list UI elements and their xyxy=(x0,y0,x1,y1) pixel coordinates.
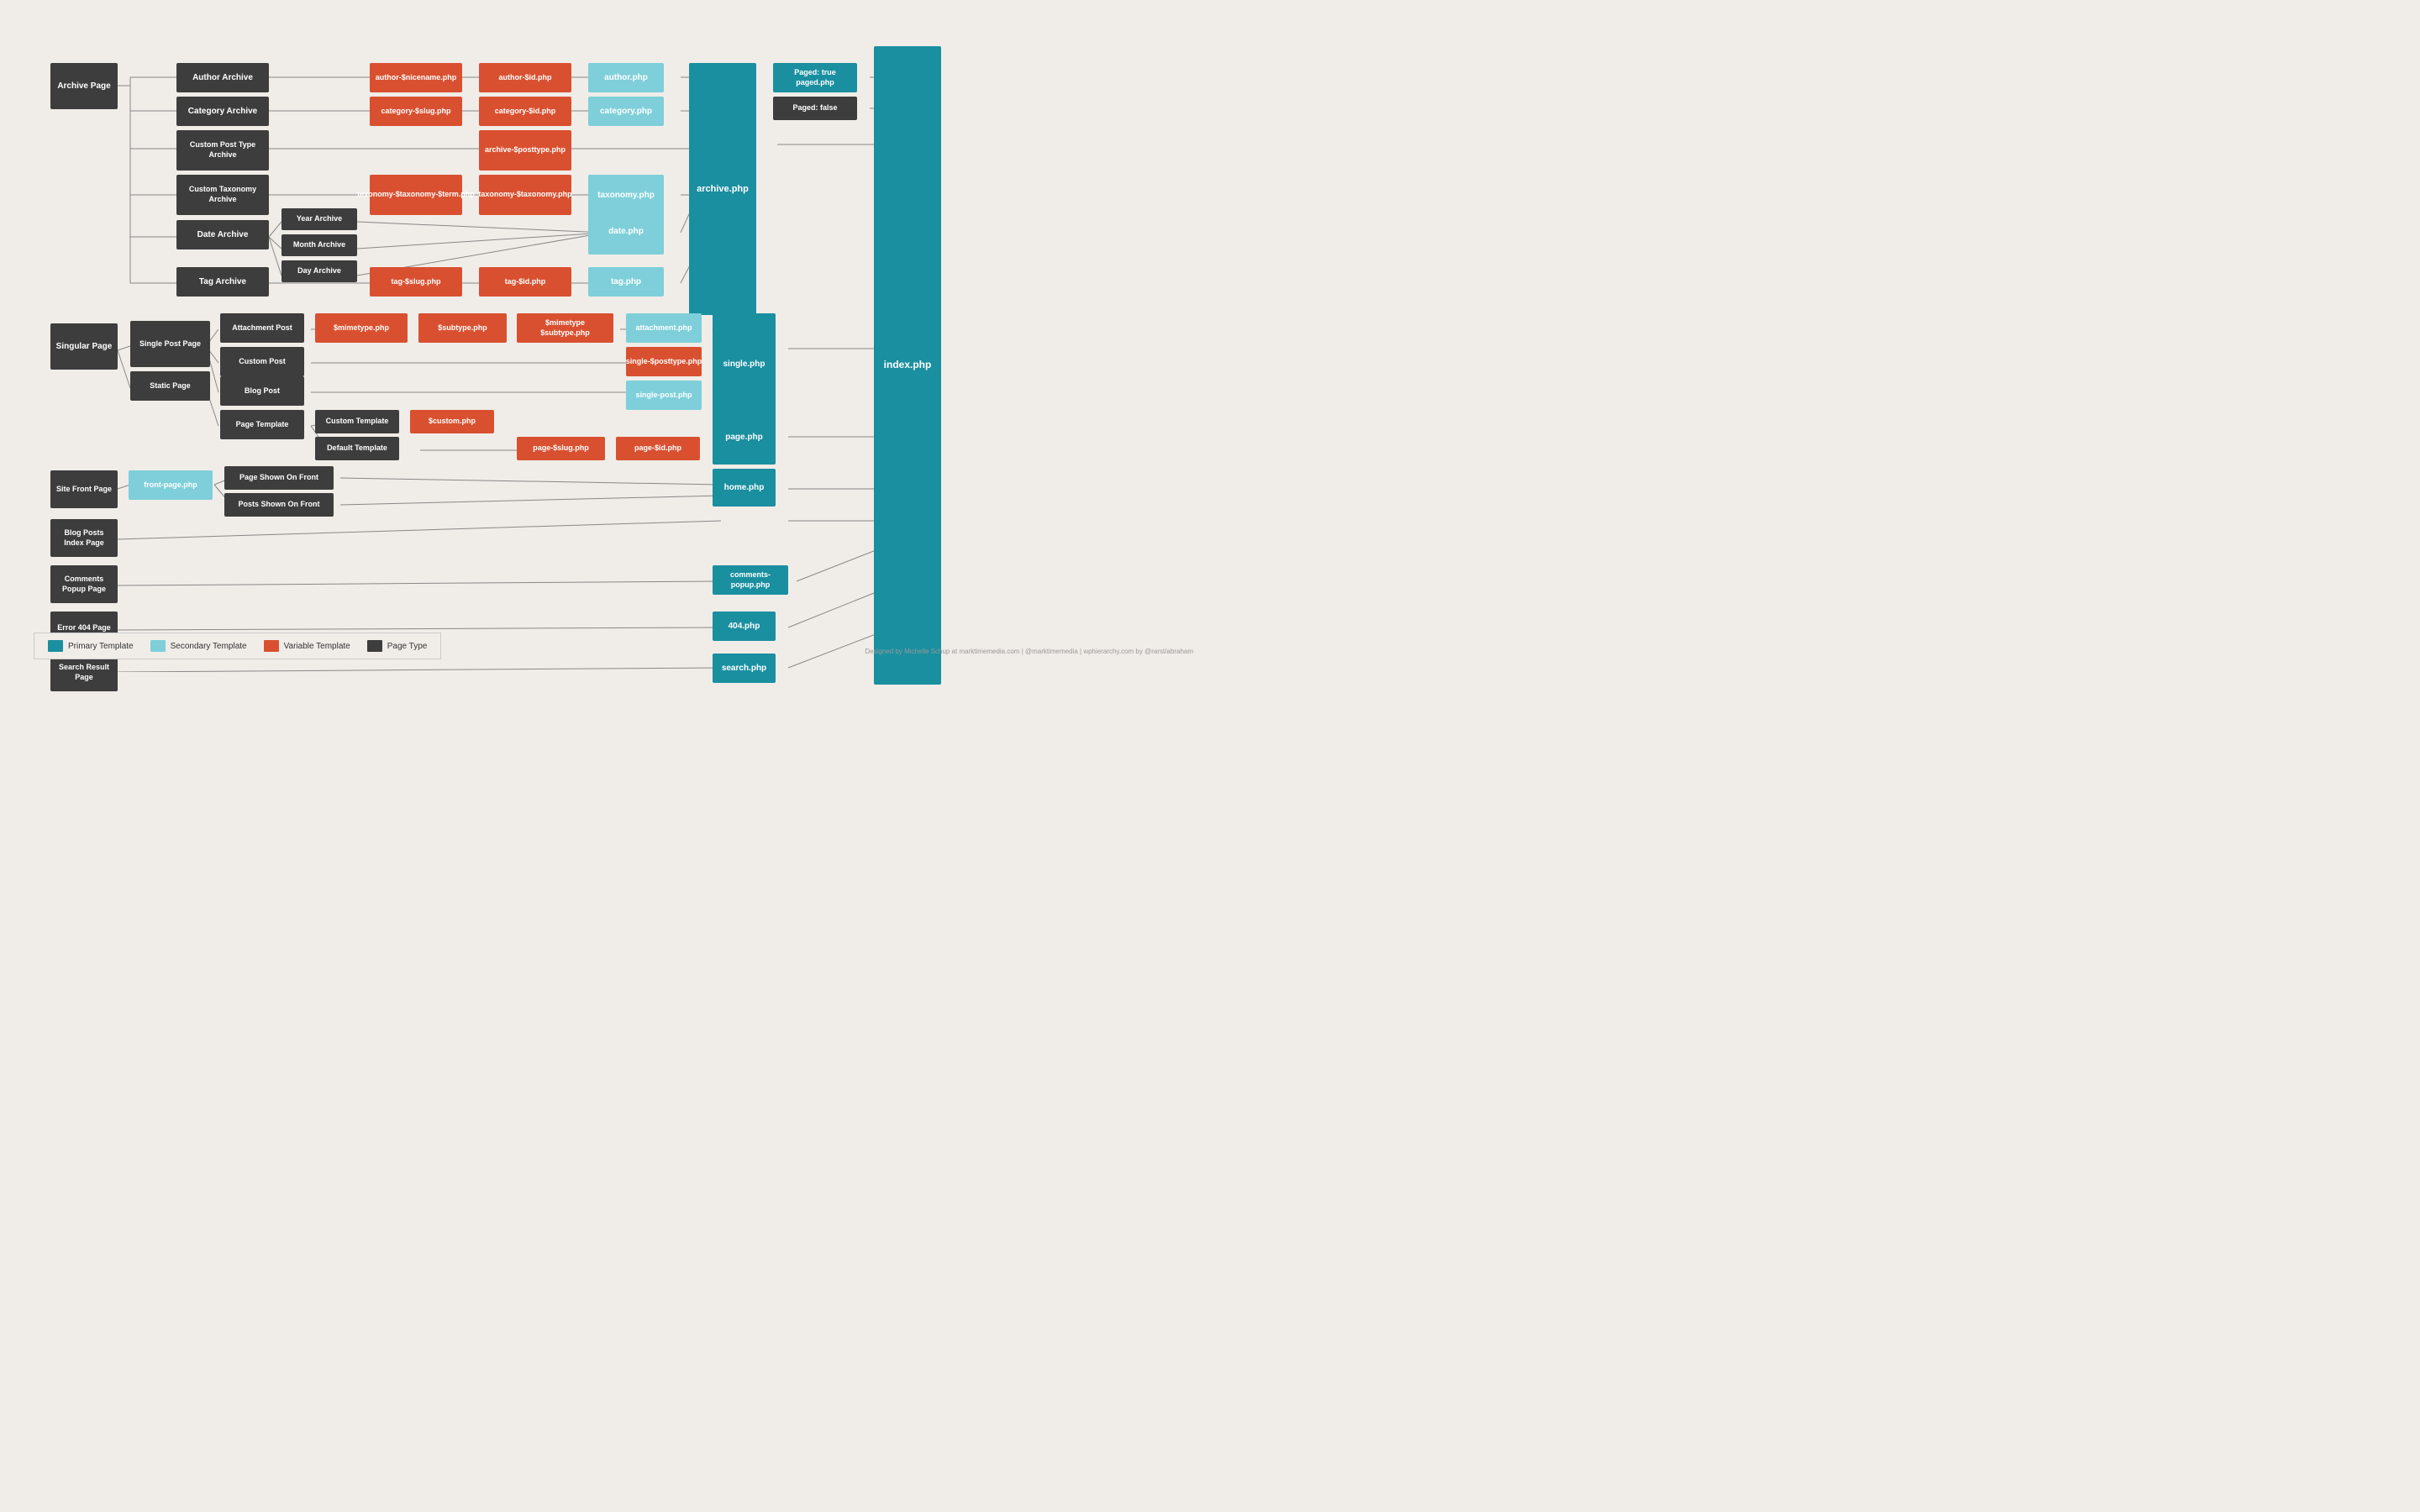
singular-page-node: Singular Page xyxy=(50,323,118,370)
diagram-container: Archive Page Author Archive Category Arc… xyxy=(0,0,1210,672)
single-post-page-node: Single Post Page xyxy=(130,321,210,367)
default-template-node: Default Template xyxy=(315,437,399,460)
year-archive-node: Year Archive xyxy=(281,208,357,230)
archive-page-node: Archive Page xyxy=(50,63,118,109)
legend-item-variable: Variable Template xyxy=(264,640,350,652)
custom-php-node: $custom.php xyxy=(410,410,494,433)
single-php-node: single.php xyxy=(713,313,776,414)
comments-popup-php-node: comments-popup.php xyxy=(713,565,788,595)
archive-php-node: archive.php xyxy=(689,63,756,315)
date-archive-node: Date Archive xyxy=(176,220,269,249)
page-shown-on-front-node: Page Shown On Front xyxy=(224,466,334,490)
front-page-php-node: front-page.php xyxy=(129,470,213,500)
author-id-node: author-$id.php xyxy=(479,63,571,92)
archive-posttype-node: archive-$posttype.php xyxy=(479,130,571,171)
author-nicename-node: author-$nicename.php xyxy=(370,63,462,92)
custom-post-node: Custom Post xyxy=(220,347,304,376)
subtype-php-node: $subtype.php xyxy=(418,313,507,343)
attachment-post-node: Attachment Post xyxy=(220,313,304,343)
attachment-php-node: attachment.php xyxy=(626,313,702,343)
category-slug-node: category-$slug.php xyxy=(370,97,462,126)
single-posttype-php-node: single-$posttype.php xyxy=(626,347,702,376)
category-id-node: category-$id.php xyxy=(479,97,571,126)
paged-true-node: Paged: true paged.php xyxy=(773,63,857,92)
static-page-node: Static Page xyxy=(130,371,210,401)
month-archive-node: Month Archive xyxy=(281,234,357,256)
paged-false-node: Paged: false xyxy=(773,97,857,120)
taxonomy-term-node: taxonomy-$taxonomy-$term.php xyxy=(370,175,462,215)
page-id-php-node: page-$id.php xyxy=(616,437,700,460)
custom-template-node: Custom Template xyxy=(315,410,399,433)
custom-taxonomy-archive-node: Custom Taxonomy Archive xyxy=(176,175,269,215)
home-php-node: home.php xyxy=(713,469,776,507)
legend: Primary Template Secondary Template Vari… xyxy=(34,633,441,659)
category-php-node: category.php xyxy=(588,97,664,126)
single-post-php-node: single-post.php xyxy=(626,381,702,410)
page-slug-php-node: page-$slug.php xyxy=(517,437,605,460)
legend-item-secondary: Secondary Template xyxy=(150,640,247,652)
legend-item-primary: Primary Template xyxy=(48,640,134,652)
posts-shown-on-front-node: Posts Shown On Front xyxy=(224,493,334,517)
tag-id-node: tag-$id.php xyxy=(479,267,571,297)
mimetype-subtype-php-node: $mimetype $subtype.php xyxy=(517,313,613,343)
tag-php-node: tag.php xyxy=(588,267,664,297)
legend-item-page-type: Page Type xyxy=(367,640,428,652)
day-archive-node: Day Archive xyxy=(281,260,357,282)
search-php-node: search.php xyxy=(713,654,776,683)
footer-text: Designed by Michelle Schup at marktimeme… xyxy=(865,648,1193,655)
index-php-node: index.php xyxy=(874,46,941,685)
legend-swatch-variable xyxy=(264,640,279,652)
legend-swatch-page-type xyxy=(367,640,382,652)
custom-post-type-archive-node: Custom Post Type Archive xyxy=(176,130,269,171)
error-404-php-node: 404.php xyxy=(713,612,776,641)
tag-archive-node: Tag Archive xyxy=(176,267,269,297)
mimetype-php-node: $mimetype.php xyxy=(315,313,408,343)
taxonomy-taxonomy-node: taxonomy-$taxonomy.php xyxy=(479,175,571,215)
category-archive-node: Category Archive xyxy=(176,97,269,126)
legend-swatch-primary xyxy=(48,640,63,652)
page-php-node: page.php xyxy=(713,410,776,465)
author-archive-node: Author Archive xyxy=(176,63,269,92)
date-php-node: date.php xyxy=(588,208,664,255)
blog-post-node: Blog Post xyxy=(220,376,304,406)
legend-swatch-secondary xyxy=(150,640,166,652)
tag-slug-node: tag-$slug.php xyxy=(370,267,462,297)
page-template-node: Page Template xyxy=(220,410,304,439)
blog-posts-index-node: Blog Posts Index Page xyxy=(50,519,118,557)
author-php-node: author.php xyxy=(588,63,664,92)
site-front-page-node: Site Front Page xyxy=(50,470,118,508)
comments-popup-node: Comments Popup Page xyxy=(50,565,118,603)
